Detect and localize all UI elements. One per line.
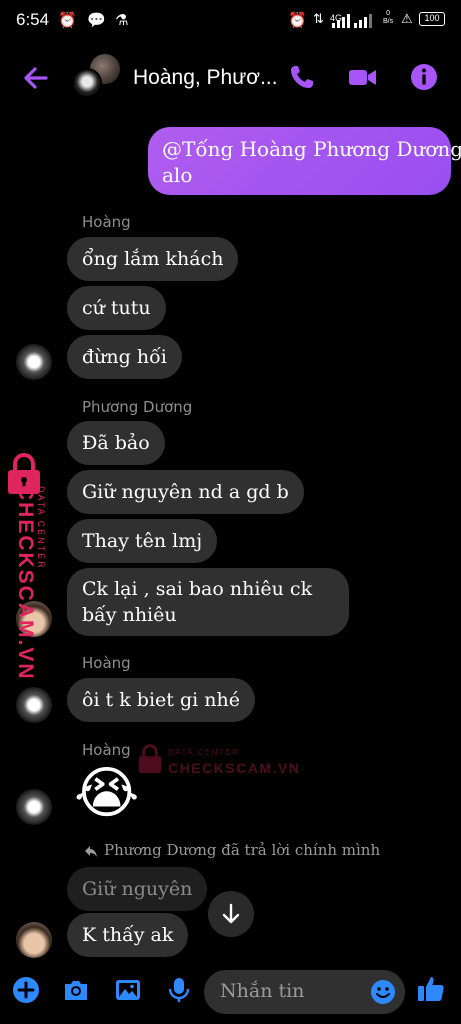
net-speed-unit: B/s (383, 18, 394, 25)
add-plus-icon[interactable] (12, 976, 40, 1004)
battery-icon: 100 (419, 12, 445, 26)
status-bar: 6:54 ⏰ 💬 ⚗ ⏰ ⇅ 4G 0 B/s ⚠ 100 (0, 0, 461, 40)
scroll-down-button[interactable] (208, 891, 254, 937)
watermark-side: CHECKSCAM.VN DATA CENTER (2, 452, 50, 681)
chat-icon: 💬 (87, 11, 106, 29)
incoming-message[interactable]: Thay tên lmj (67, 519, 218, 563)
data-arrows-icon: ⇅ (313, 12, 324, 27)
net-speed: 0 B/s (383, 10, 393, 26)
back-arrow-icon[interactable] (20, 62, 52, 94)
avatar[interactable] (16, 687, 52, 723)
message-input-placeholder: Nhắn tin (220, 980, 305, 1002)
watermark-big-text: CHECKSCAM.VN (168, 760, 301, 776)
status-time: 6:54 (16, 10, 50, 29)
reply-note: Phương Dương đã trả lời chính mình (104, 841, 381, 859)
watermark-small-text: DATA CENTER (168, 748, 240, 757)
info-icon[interactable] (409, 62, 439, 92)
sender-name: Hoàng (82, 654, 131, 672)
avatar[interactable] (16, 344, 52, 380)
composer-bar: Nhắn tin (0, 964, 461, 1024)
incoming-message[interactable]: cứ tutu (67, 286, 166, 330)
lock-logo-icon (138, 744, 162, 773)
watermark-small-text: DATA CENTER (36, 486, 46, 570)
camera-icon[interactable] (62, 976, 90, 1004)
net-speed-value: 0 (386, 10, 391, 17)
signal-icon (332, 14, 372, 28)
reply-icon (85, 846, 97, 857)
conversation-title[interactable]: Hoàng, Phươ... (133, 66, 278, 90)
group-avatar-primary[interactable] (72, 68, 102, 98)
watermark-big-text: CHECKSCAM.VN (14, 485, 37, 681)
avatar[interactable] (16, 789, 52, 825)
message-text: alo (162, 163, 193, 187)
incoming-message[interactable]: Đã bảo (67, 421, 165, 465)
warning-icon: ⚠ (401, 12, 413, 27)
incoming-message[interactable]: ổng lắm khách (67, 237, 239, 281)
emoji-smile-icon[interactable] (370, 979, 396, 1005)
crying-emoji-message[interactable]: 😭 (74, 764, 139, 824)
microphone-icon[interactable] (165, 976, 193, 1004)
sender-name: Hoàng (82, 213, 131, 231)
alarm-icon: ⏰ (288, 11, 307, 29)
avatar[interactable] (16, 922, 52, 958)
video-call-icon[interactable] (347, 62, 377, 92)
incoming-message[interactable]: Ck lại , sai bao nhiêu ck bấy nhiêu (67, 568, 349, 636)
lab-flask-icon: ⚗ (115, 11, 129, 29)
outgoing-message[interactable]: @Tống Hoàng Phương Dương alo (148, 127, 461, 195)
chat-header: Hoàng, Phươ... (0, 40, 461, 116)
sender-name: Hoàng (82, 741, 131, 759)
message-input[interactable]: Nhắn tin (204, 970, 405, 1014)
sender-name: Phương Dương (82, 398, 193, 416)
alarm-icon: ⏰ (58, 11, 77, 29)
incoming-message[interactable]: Giữ nguyên nd a gd b (67, 470, 304, 514)
quoted-message[interactable]: Giữ nguyên (67, 867, 208, 911)
incoming-message[interactable]: đừng hối (67, 335, 182, 379)
incoming-message[interactable]: K thấy ak (67, 913, 189, 957)
thumbs-up-icon[interactable] (416, 974, 446, 1004)
phone-call-icon[interactable] (287, 62, 317, 92)
mention-text[interactable]: @Tống Hoàng Phương Dương (162, 135, 461, 163)
watermark-center: DATA CENTER CHECKSCAM.VN (136, 740, 299, 780)
incoming-message[interactable]: ôi t k biet gi nhé (67, 678, 255, 722)
gallery-image-icon[interactable] (114, 976, 142, 1004)
